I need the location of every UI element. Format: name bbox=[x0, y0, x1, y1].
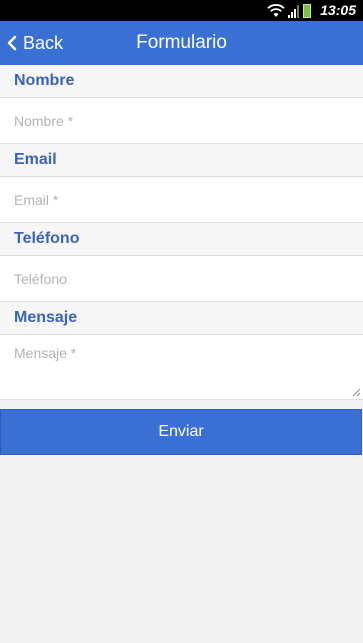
status-bar: 13:05 bbox=[0, 0, 363, 21]
nav-bar: Back Formulario bbox=[0, 21, 363, 65]
nombre-row bbox=[0, 98, 363, 144]
wifi-icon bbox=[267, 4, 285, 17]
status-icons bbox=[267, 3, 311, 18]
telefono-row bbox=[0, 256, 363, 302]
battery-icon bbox=[303, 4, 311, 18]
email-input[interactable] bbox=[0, 177, 363, 222]
contact-form: Nombre Email Teléfono Mensaje bbox=[0, 65, 363, 400]
email-label: Email bbox=[0, 144, 363, 177]
mensaje-row bbox=[0, 335, 363, 400]
email-row bbox=[0, 177, 363, 223]
nombre-label: Nombre bbox=[0, 65, 363, 98]
submit-button[interactable]: Enviar bbox=[0, 409, 362, 455]
signal-icon bbox=[288, 5, 299, 18]
telefono-input[interactable] bbox=[0, 256, 363, 301]
status-time: 13:05 bbox=[320, 2, 356, 18]
back-button-label: Back bbox=[23, 32, 64, 53]
telefono-label: Teléfono bbox=[0, 223, 363, 256]
mensaje-textarea[interactable] bbox=[0, 335, 363, 399]
back-button[interactable]: Back bbox=[6, 21, 63, 65]
nombre-input[interactable] bbox=[0, 98, 363, 143]
resize-handle-icon[interactable] bbox=[352, 388, 361, 397]
chevron-left-icon bbox=[7, 35, 17, 51]
mensaje-label: Mensaje bbox=[0, 302, 363, 335]
